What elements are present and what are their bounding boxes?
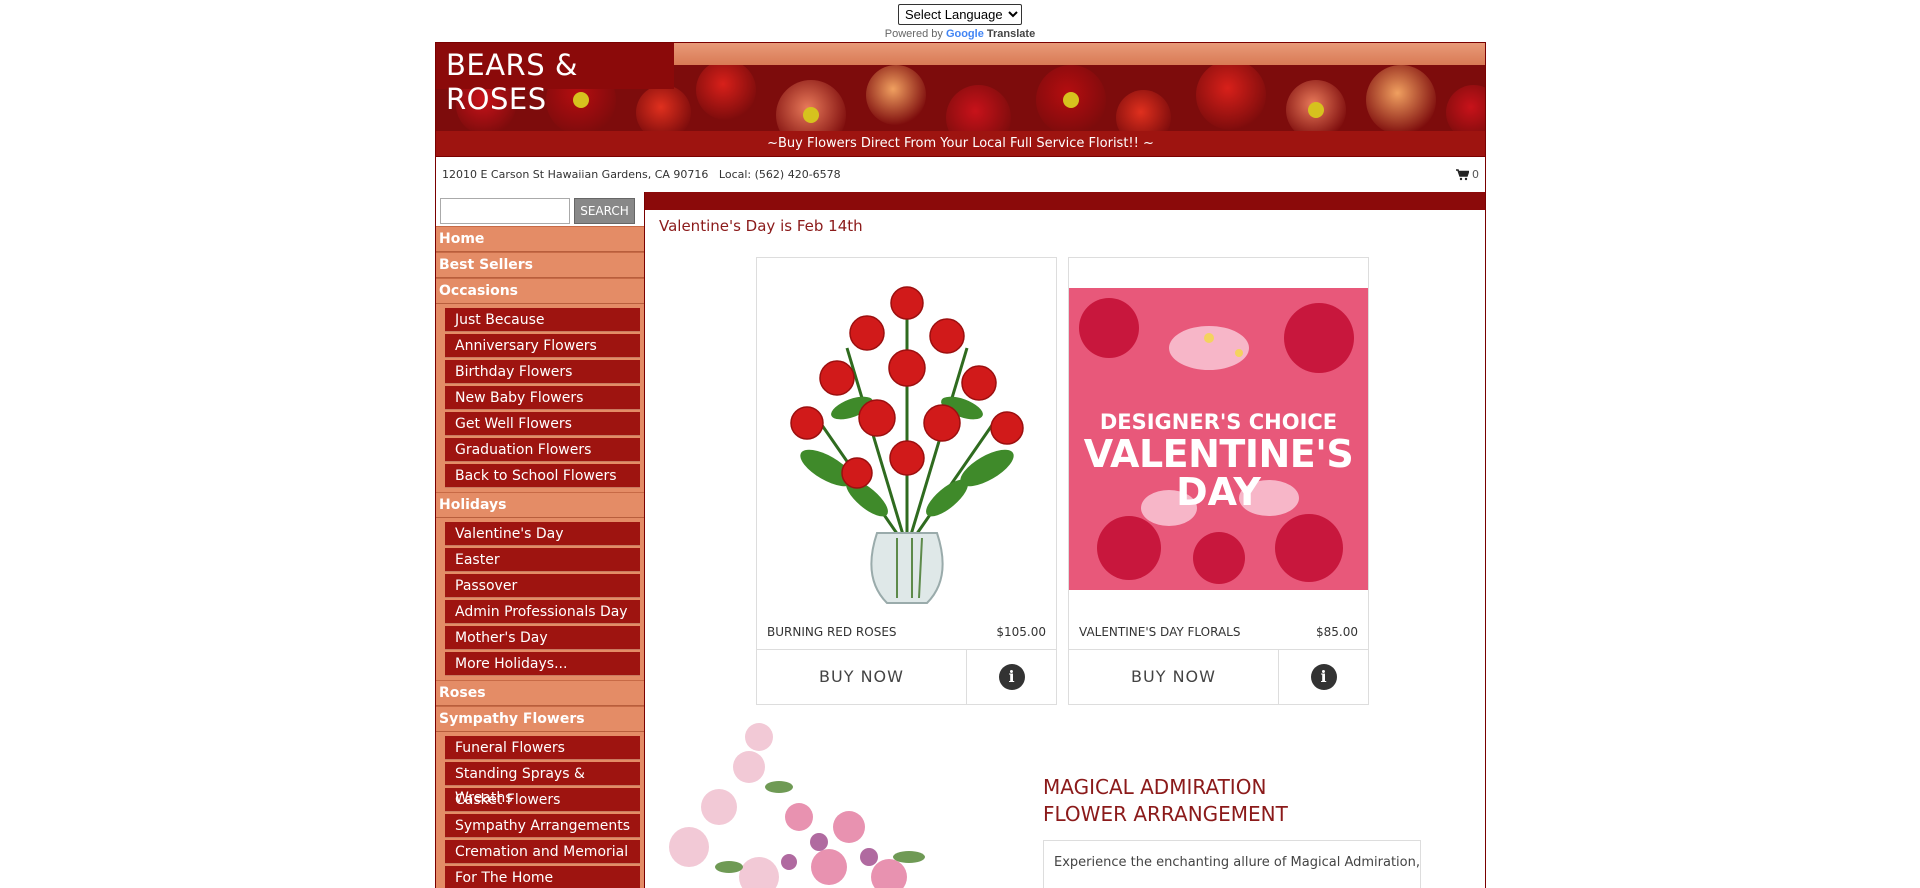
sidebar-item-occasions[interactable]: Occasions	[436, 278, 644, 304]
red-roses-vase-image	[757, 258, 1056, 618]
product-actions: BUY NOW i	[757, 649, 1056, 705]
featured-product-description: Experience the enchanting allure of Magi…	[1043, 840, 1421, 888]
sidebar-subitem[interactable]: Birthday Flowers	[445, 360, 640, 384]
banner-flower-center	[1308, 102, 1324, 118]
sidebar-subitem[interactable]: Cremation and Memorial	[445, 840, 640, 864]
sidebar-subitem[interactable]: Graduation Flowers	[445, 438, 640, 462]
sidebar-subitem[interactable]: Admin Professionals Day	[445, 600, 640, 624]
sidebar-item-sympathy[interactable]: Sympathy Flowers	[436, 706, 644, 732]
contact-bar: 12010 E Carson St Hawaiian Gardens, CA 9…	[435, 157, 1486, 192]
banner-flower	[1196, 65, 1266, 130]
featured-product-image[interactable]	[659, 717, 949, 888]
product-meta: VALENTINE'S DAY FLORALS $85.00	[1079, 625, 1358, 639]
sidebar-nav: SEARCH Home Best Sellers Occasions Just …	[435, 192, 645, 888]
product-image-overlay: DESIGNER'S CHOICE VALENTINE'S DAY	[1069, 410, 1368, 514]
cart-link[interactable]: 0	[1456, 168, 1479, 181]
sidebar-item-roses[interactable]: Roses	[436, 680, 644, 706]
translate-link[interactable]: Translate	[987, 28, 1035, 40]
sidebar-item-home[interactable]: Home	[436, 226, 644, 252]
sidebar-subitem[interactable]: Funeral Flowers	[445, 736, 640, 760]
sidebar-item-holidays[interactable]: Holidays	[436, 492, 644, 518]
cart-count: 0	[1472, 168, 1479, 181]
banner-flower	[866, 65, 926, 125]
banner-flower	[946, 85, 1011, 133]
sidebar-subitem[interactable]: More Holidays...	[445, 652, 640, 676]
product-actions: BUY NOW i	[1069, 649, 1368, 705]
buy-now-button[interactable]: BUY NOW	[1069, 650, 1279, 705]
banner-flower	[1446, 85, 1485, 133]
product-name[interactable]: VALENTINE'S DAY FLORALS	[1079, 625, 1240, 639]
contact-info: 12010 E Carson St Hawaiian Gardens, CA 9…	[442, 168, 841, 181]
banner-flower-center	[1063, 92, 1079, 108]
product-info-button[interactable]: i	[1279, 650, 1368, 704]
page-container: BEARS & ROSES ~Buy Flowers Direct From Y…	[435, 42, 1486, 888]
tagline: ~Buy Flowers Direct From Your Local Full…	[436, 131, 1485, 156]
buy-now-button[interactable]: BUY NOW	[757, 650, 967, 705]
info-icon: i	[1310, 664, 1337, 690]
language-select[interactable]: Select Language	[898, 4, 1022, 25]
featured-title-line1: MAGICAL ADMIRATION	[1043, 775, 1267, 799]
product-card[interactable]: DESIGNER'S CHOICE VALENTINE'S DAY VALENT…	[1068, 257, 1369, 705]
store-phone[interactable]: Local: (562) 420-6578	[719, 168, 841, 181]
sidebar-subitem[interactable]: Passover	[445, 574, 640, 598]
store-address: 12010 E Carson St Hawaiian Gardens, CA 9…	[442, 168, 709, 181]
sidebar-item-best-sellers[interactable]: Best Sellers	[436, 252, 644, 278]
sympathy-submenu: Funeral Flowers Standing Sprays & Wreath…	[436, 732, 644, 888]
product-image[interactable]	[757, 258, 1056, 618]
product-card[interactable]: BURNING RED ROSES $105.00 BUY NOW i	[756, 257, 1057, 705]
sidebar-subitem[interactable]: For The Home	[445, 866, 640, 888]
sidebar-subitem[interactable]: Standing Sprays & Wreaths	[445, 762, 640, 806]
sidebar-subitem[interactable]: Mother's Day	[445, 626, 640, 650]
sidebar-subitem[interactable]: Just Because	[445, 308, 640, 332]
product-info-button[interactable]: i	[967, 650, 1056, 704]
product-meta: BURNING RED ROSES $105.00	[767, 625, 1046, 639]
featured-product-title[interactable]: MAGICAL ADMIRATION FLOWER ARRANGEMENT	[1043, 774, 1288, 828]
content-top-bar	[645, 192, 1485, 210]
header-banner: BEARS & ROSES ~Buy Flowers Direct From Y…	[435, 42, 1486, 157]
product-price: $85.00	[1316, 625, 1358, 639]
banner-flower	[636, 85, 691, 133]
sidebar-subitem[interactable]: Sympathy Arrangements	[445, 814, 640, 838]
overlay-subtitle: DESIGNER'S CHOICE	[1093, 410, 1344, 434]
banner-flower	[1366, 65, 1436, 133]
main-content: Valentine's Day is Feb 14th BURNING RED …	[645, 192, 1486, 888]
overlay-title-2: DAY	[1176, 470, 1261, 514]
product-name[interactable]: BURNING RED ROSES	[767, 625, 897, 639]
search-form: SEARCH	[436, 192, 644, 226]
holiday-notice: Valentine's Day is Feb 14th	[659, 217, 863, 235]
banner-flower	[1116, 90, 1171, 133]
cart-icon	[1456, 168, 1469, 180]
sidebar-subitem[interactable]: Valentine's Day	[445, 522, 640, 546]
banner-flower	[696, 65, 756, 120]
sidebar-subitem[interactable]: Easter	[445, 548, 640, 572]
pink-arrangement-image	[659, 717, 949, 888]
powered-by-text: Powered by Google Translate	[0, 28, 1920, 40]
holidays-submenu: Valentine's Day Easter Passover Admin Pr…	[436, 518, 644, 680]
sidebar-subitem[interactable]: Casket Flowers	[445, 788, 640, 812]
banner-flower-center	[803, 107, 819, 123]
banner-flower-center	[573, 92, 589, 108]
google-wordmark: Google	[945, 28, 984, 40]
featured-title-line2: FLOWER ARRANGEMENT	[1043, 802, 1288, 826]
info-icon: i	[998, 664, 1025, 690]
overlay-title: VALENTINE'S	[1083, 432, 1354, 476]
brand-logo[interactable]: BEARS & ROSES	[436, 43, 674, 116]
occasions-submenu: Just Because Anniversary Flowers Birthda…	[436, 304, 644, 492]
sidebar-subitem[interactable]: Anniversary Flowers	[445, 334, 640, 358]
powered-by-label: Powered by	[884, 28, 943, 40]
google-logo: Google	[946, 28, 984, 40]
google-translate-widget: Select Language Powered by Google Transl…	[0, 0, 1920, 40]
search-button[interactable]: SEARCH	[574, 198, 635, 224]
sidebar-subitem[interactable]: Get Well Flowers	[445, 412, 640, 436]
product-price: $105.00	[996, 625, 1046, 639]
search-input[interactable]	[440, 198, 570, 224]
sidebar-subitem[interactable]: New Baby Flowers	[445, 386, 640, 410]
sidebar-subitem[interactable]: Back to School Flowers	[445, 464, 640, 488]
